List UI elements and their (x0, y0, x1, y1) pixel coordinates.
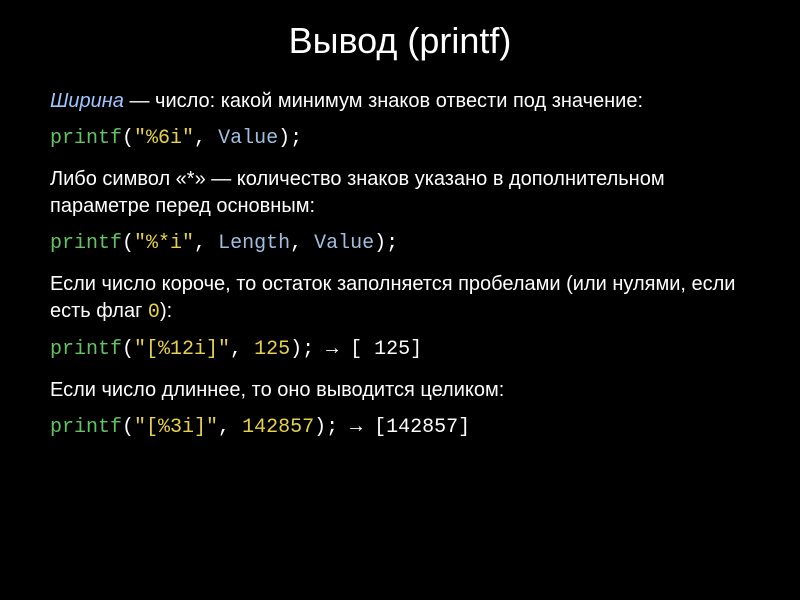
code2-close: ); (374, 232, 398, 255)
code1-comma: , (194, 127, 218, 150)
code1-str: "%6i" (134, 127, 194, 150)
code1-open: ( (122, 127, 134, 150)
code-line-4: printf("[%3i]", 142857); → [142857] (50, 414, 750, 441)
code4-comma: , (218, 416, 242, 439)
para-shorter: Если число короче, то остаток заполняетс… (50, 271, 750, 326)
code4-str: "[%3i]" (134, 416, 218, 439)
code2-fn: printf (50, 232, 122, 255)
code4-close: ); (314, 416, 338, 439)
para-width-defn: Ширина — число: какой минимум знаков отв… (50, 88, 750, 115)
slide-title: Вывод (printf) (50, 20, 750, 62)
code3-open: ( (122, 338, 134, 361)
slide: Вывод (printf) Ширина — число: какой мин… (0, 0, 800, 600)
code3-out: [ 125] (350, 338, 422, 361)
code2-comma2: , (290, 232, 314, 255)
code4-open: ( (122, 416, 134, 439)
code-line-2: printf("%*i", Length, Value); (50, 230, 750, 257)
code3-comma: , (230, 338, 254, 361)
code1-fn: printf (50, 127, 122, 150)
para-asterisk: Либо символ «*» — количество знаков указ… (50, 166, 750, 220)
code3-close: ); (290, 338, 314, 361)
code2-open: ( (122, 232, 134, 255)
code4-arrow: → (338, 416, 374, 439)
flag-zero: 0 (148, 301, 160, 324)
code3-arrow: → (314, 338, 350, 361)
code4-fn: printf (50, 416, 122, 439)
code1-close: ); (278, 127, 302, 150)
code4-out: [142857] (374, 416, 470, 439)
code3-num: 125 (254, 338, 290, 361)
code2-comma1: , (194, 232, 218, 255)
code3-fn: printf (50, 338, 122, 361)
code3-str: "[%12i]" (134, 338, 230, 361)
para-shorter-b: ): (160, 300, 172, 322)
para-width-rest: — число: какой минимум знаков отвести по… (124, 90, 643, 112)
code-line-3: printf("[%12i]", 125); → [ 125] (50, 336, 750, 363)
code2-arg2: Value (314, 232, 374, 255)
code-line-1: printf("%6i", Value); (50, 125, 750, 152)
term-width: Ширина (50, 90, 124, 112)
code1-arg: Value (218, 127, 278, 150)
code2-str: "%*i" (134, 232, 194, 255)
code4-num: 142857 (242, 416, 314, 439)
slide-body: Ширина — число: какой минимум знаков отв… (50, 88, 750, 455)
para-longer: Если число длиннее, то оно выводится цел… (50, 377, 750, 404)
code2-arg1: Length (218, 232, 290, 255)
